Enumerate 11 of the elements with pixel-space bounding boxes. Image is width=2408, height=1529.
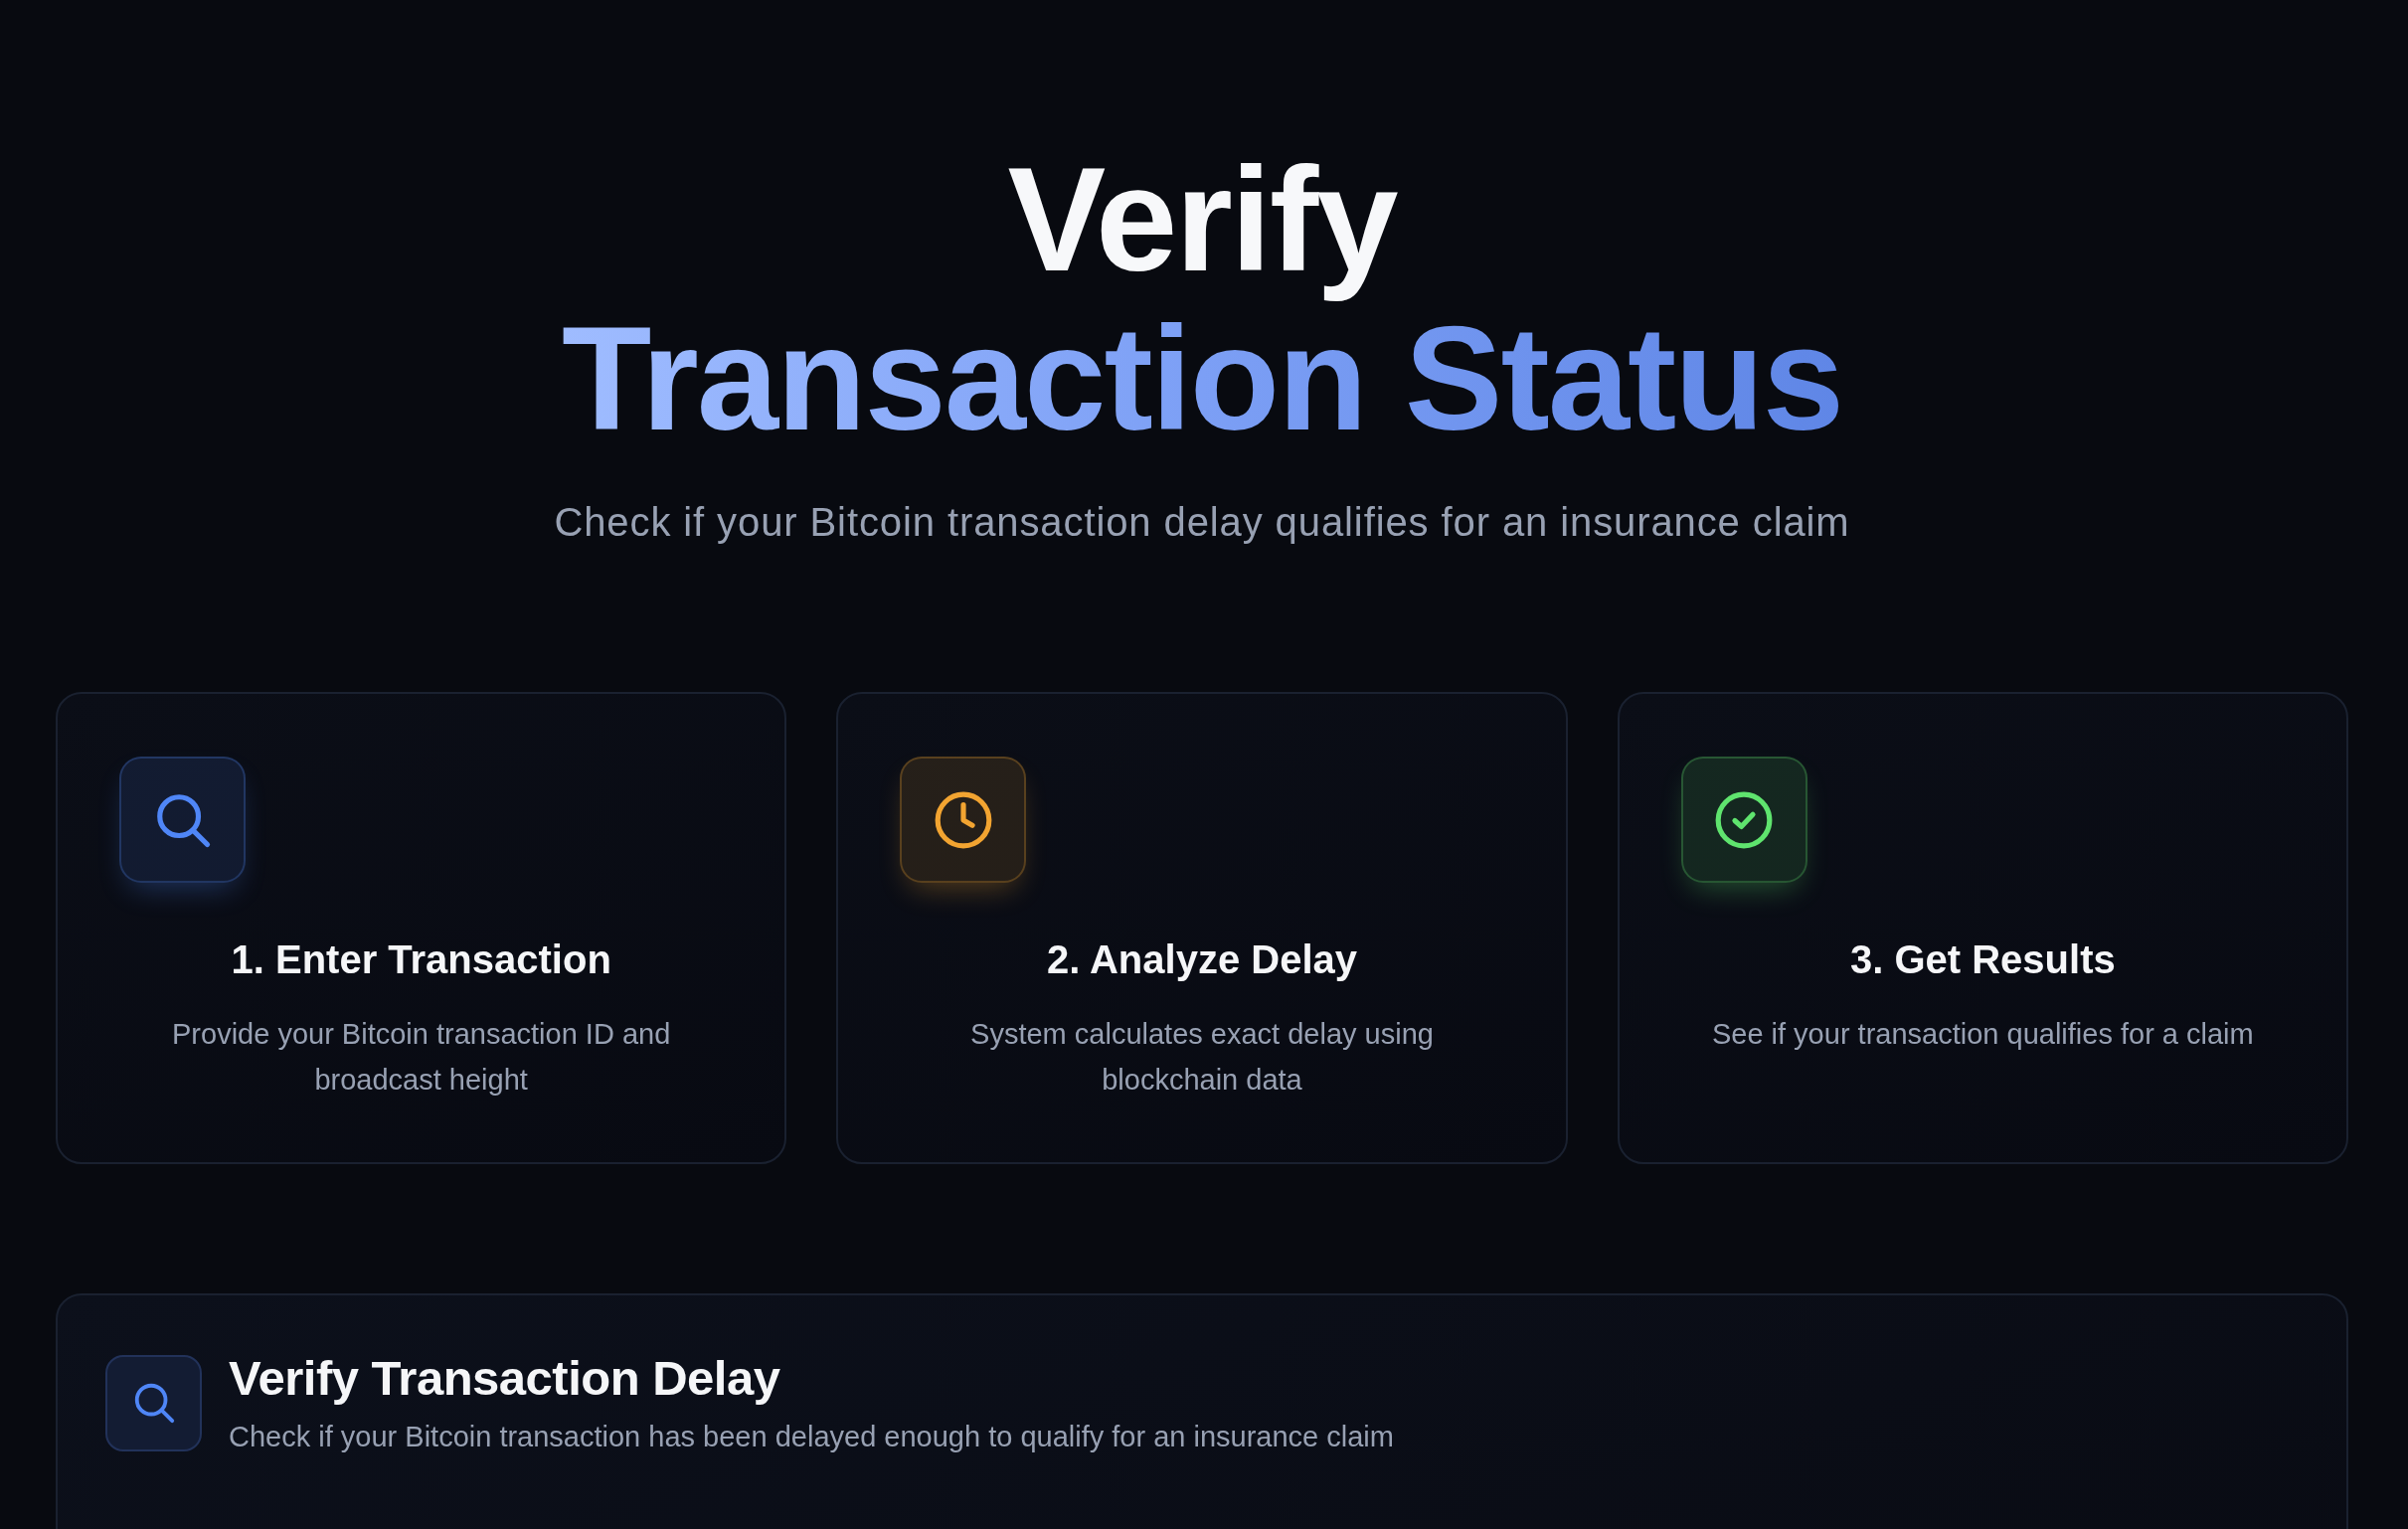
step-description: Provide your Bitcoin transaction ID and broadcast height bbox=[171, 1017, 672, 1098]
panel-subtitle: Check if your Bitcoin transaction has been delayed enough to qualify for an insurance claim bbox=[229, 1420, 1394, 1454]
hero-subtitle: Check if your Bitcoin transaction delay qualifies for an insurance claim bbox=[554, 499, 1850, 546]
step-description: System calculates exact delay using blockchain data bbox=[969, 1017, 1435, 1098]
step-title: 2. Analyze Delay bbox=[1047, 936, 1357, 983]
step-title: 1. Enter Transaction bbox=[231, 936, 611, 983]
panel-title: Verify Transaction Delay bbox=[229, 1350, 780, 1406]
step-title: 3. Get Results bbox=[1849, 936, 2116, 983]
search-icon bbox=[105, 1354, 202, 1451]
hero-title: Verify bbox=[1007, 140, 1397, 299]
step-description: See if your transaction qualifies for a claim bbox=[1711, 1017, 2254, 1052]
